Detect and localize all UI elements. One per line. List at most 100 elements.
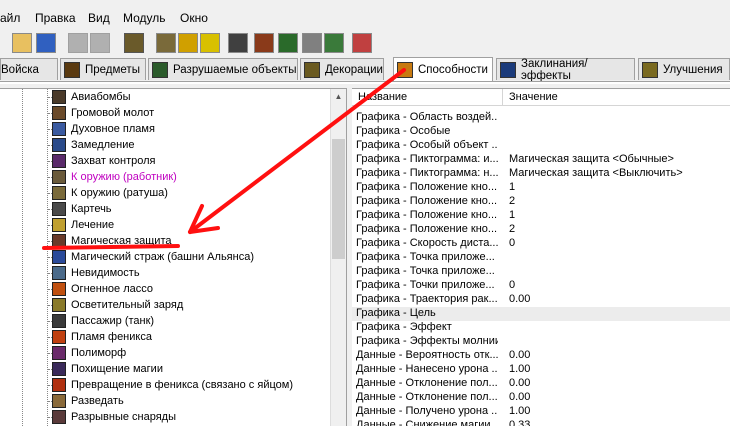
property-row[interactable]: Графика - Точки приложе... 0 [352,279,730,293]
header-value[interactable]: Значение [509,91,558,103]
tree-item[interactable]: Захват контроля [48,153,156,169]
property-row[interactable]: Графика - Пиктограмма: и... Магическая за… [352,153,730,167]
tab-6[interactable]: Улучшения [638,58,730,80]
column-separator[interactable] [502,89,503,105]
tree-item[interactable]: Магический страж (башни Альянса) [48,249,254,265]
property-row[interactable]: Данные - Нанесено урона ... 1.00 [352,363,730,377]
tree-item[interactable]: Громовой молот [48,105,155,121]
tab-2[interactable]: Разрушаемые объекты [148,58,298,80]
terrain-icon[interactable] [156,33,176,53]
tree-item[interactable]: Разведать [48,393,124,409]
property-value: 1.00 [509,405,531,417]
tab-3[interactable]: Декорации [300,58,384,80]
tree-item[interactable]: Лечение [48,217,115,233]
tree-item[interactable]: Духовное пламя [48,121,155,137]
tree-item[interactable]: Пламя феникса [48,329,152,345]
tree-connector [48,145,52,146]
property-row[interactable]: Графика - Пиктограмма: н... Магическая за… [352,167,730,181]
tree-item[interactable]: Огненное лассо [48,281,153,297]
property-row[interactable]: Данные - Получено урона ... 1.00 [352,405,730,419]
property-row[interactable]: Графика - Положение кно... 2 [352,223,730,237]
tree-item[interactable]: К оружию (работник) [48,169,177,185]
tree-item[interactable]: Невидимость [48,265,140,281]
property-row[interactable]: Графика - Точка приложе... [352,251,730,265]
tree-item[interactable]: Замедление [48,137,135,153]
property-name: Графика - Особый объект ... [356,139,498,151]
property-row[interactable]: Графика - Точка приложе... [352,265,730,279]
tree-connector [48,337,52,338]
tree-item[interactable]: Полиморф [48,345,126,361]
object-editor-icon[interactable] [124,33,144,53]
open-icon[interactable] [12,33,32,53]
tree-item[interactable]: К оружию (ратуша) [48,185,168,201]
menu-item[interactable]: Модуль [123,11,166,25]
property-row[interactable]: Графика - Эффекты молнии [352,335,730,349]
property-row[interactable]: Графика - Положение кно... 1 [352,181,730,195]
property-value: 0.00 [509,391,531,403]
tree-item[interactable]: Превращение в феникса (связано с яйцом) [48,377,293,393]
menu-item[interactable]: Вид [88,11,110,25]
ability-icon [52,282,66,296]
property-row[interactable]: Графика - Положение кно... 1 [352,209,730,223]
property-row[interactable]: Графика - Цель [352,307,730,321]
property-row[interactable]: Графика - Траектория рак... 0.00 [352,293,730,307]
ability-icon [52,202,66,216]
property-name: Данные - Отклонение пол... [356,391,498,403]
tab-1[interactable]: Предметы [60,58,146,80]
tab-0[interactable]: Войска [0,58,58,80]
tree-item[interactable]: Осветительный заряд [48,297,183,313]
copy-icon[interactable] [68,33,88,53]
import-icon[interactable] [352,33,372,53]
tree-connector [48,257,52,258]
ability-icon [52,362,66,376]
tree-item[interactable]: Разрывные снаряды [48,409,176,425]
tree-item[interactable]: Пассажир (танк) [48,313,154,329]
property-row[interactable]: Графика - Положение кно... 2 [352,195,730,209]
property-name: Графика - Точка приложе... [356,265,495,277]
gold-icon[interactable] [178,33,198,53]
save-icon[interactable] [36,33,56,53]
tree-scrollbar[interactable]: ▲ [330,89,346,426]
tab-4[interactable]: Способности [393,57,493,81]
camera-icon[interactable] [278,33,298,53]
property-name: Данные - Отклонение пол... [356,377,498,389]
ai-icon[interactable] [324,33,344,53]
property-name: Графика - Эффект [356,321,452,333]
tree-item-label: Лечение [71,219,115,231]
tree-item-label: Огненное лассо [71,283,153,295]
unit-icon[interactable] [228,33,248,53]
cinematic-icon[interactable] [254,33,274,53]
ability-icon [52,186,66,200]
header-name[interactable]: Название [358,91,407,103]
scrollbar-thumb[interactable] [332,139,345,259]
ability-icon [52,154,66,168]
property-row[interactable]: Данные - Отклонение пол... 0.00 [352,391,730,405]
menu-item[interactable]: Правка [35,11,76,25]
paste-icon[interactable] [90,33,110,53]
property-value: 0.00 [509,377,531,389]
property-row[interactable]: Графика - Особые [352,125,730,139]
property-row[interactable]: Данные - Вероятность отк... 0.00 [352,349,730,363]
menu-item[interactable]: Окно [180,11,208,25]
property-name: Графика - Положение кно... [356,181,498,193]
scroll-up-icon[interactable]: ▲ [331,89,346,105]
properties-panel: Название Значение Графика - Область возд… [352,88,730,426]
tree-guide-line [22,89,23,426]
property-row[interactable]: Графика - Скорость диста... 0 [352,237,730,251]
sound-icon[interactable] [200,33,220,53]
tree-item-label: Громовой молот [71,107,155,119]
tree-item[interactable]: Похищение магии [48,361,163,377]
property-row[interactable]: Графика - Область воздей... [352,111,730,125]
tree-item[interactable]: Картечь [48,201,112,217]
tab-label: Войска [1,63,39,76]
property-row[interactable]: Графика - Эффект [352,321,730,335]
menu-item[interactable]: айл [0,11,20,25]
trigger-icon[interactable] [302,33,322,53]
property-row[interactable]: Данные - Отклонение пол... 0.00 [352,377,730,391]
tab-5[interactable]: Заклинания/эффекты [496,58,635,82]
tree-item[interactable]: Авиабомбы [48,89,131,105]
tree-item-label: Картечь [71,203,112,215]
property-name: Графика - Траектория рак... [356,293,498,305]
tree-item[interactable]: Магическая защита [48,233,171,249]
property-row[interactable]: Графика - Особый объект ... [352,139,730,153]
